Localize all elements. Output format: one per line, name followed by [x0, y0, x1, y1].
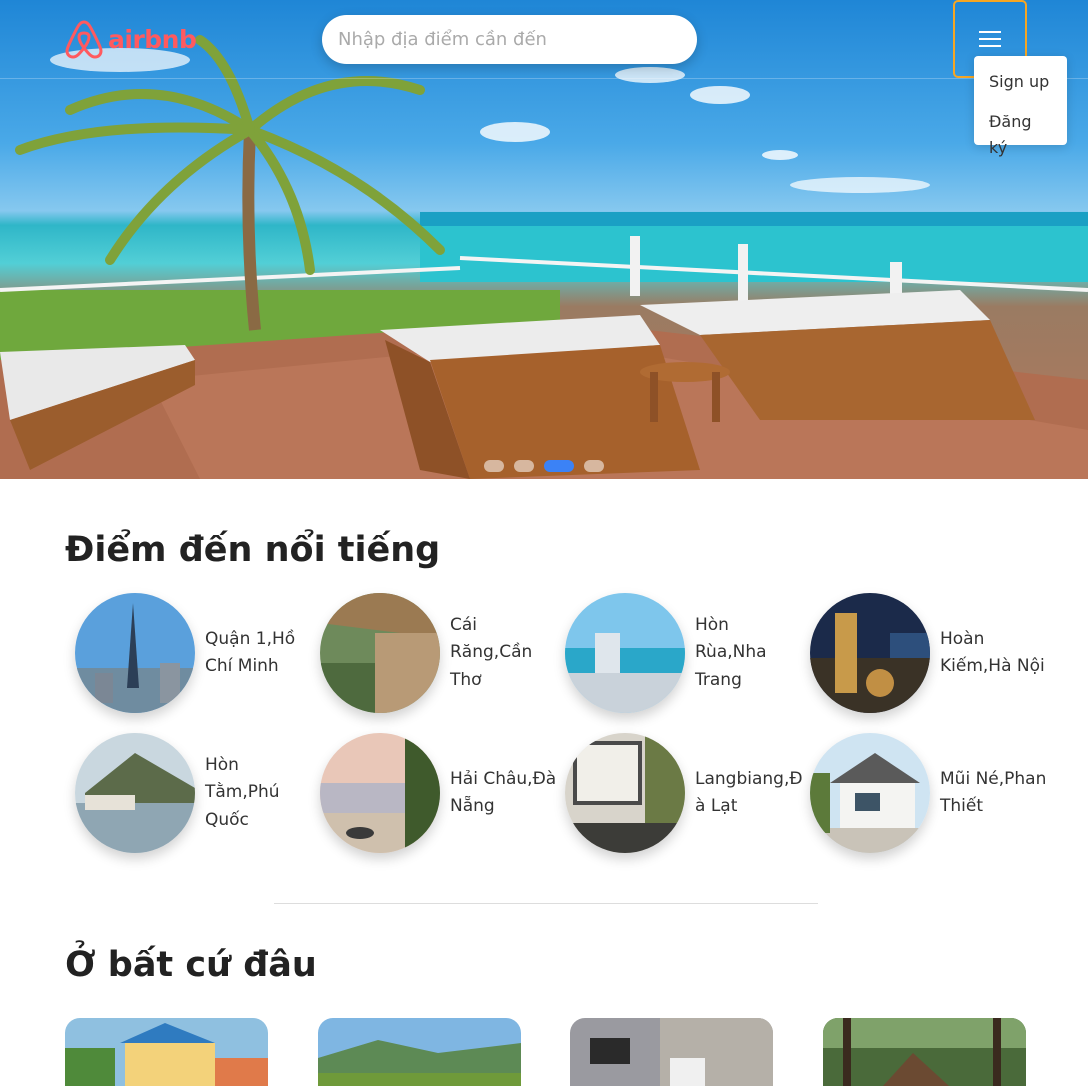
stay-card[interactable]: [570, 1018, 773, 1086]
destination-item[interactable]: Hoàn Kiếm,Hà Nội: [810, 592, 1050, 714]
menu-dropdown: Sign up Đăng ký: [974, 56, 1067, 157]
logo-text: airbnb: [108, 24, 197, 54]
logo[interactable]: airbnb: [64, 18, 197, 60]
destination-name: Hải Châu,Đà Nẵng: [450, 768, 557, 817]
destination-image: [810, 733, 930, 853]
navbar: airbnb Sign up Đăng ký: [0, 0, 1088, 157]
carousel-dot-active[interactable]: [544, 460, 574, 472]
destination-name: Hoàn Kiếm,Hà Nội: [940, 628, 1045, 677]
destination-name: Hòn Rùa,Nha Trang: [695, 614, 767, 690]
destination-name: Langbiang,Đà Lạt: [695, 768, 803, 817]
popular-section-title: Điểm đến nổi tiếng: [65, 530, 441, 570]
menu-item-dang-ky[interactable]: Đăng ký: [974, 109, 1067, 157]
stay-card-image: [65, 1018, 268, 1086]
destination-image: [565, 733, 685, 853]
destination-image: [320, 593, 440, 713]
destination-image: [75, 593, 195, 713]
menu-item-sign-up[interactable]: Sign up: [974, 69, 1067, 109]
destination-item[interactable]: Quận 1,Hồ Chí Minh: [75, 592, 315, 714]
anywhere-section-title: Ở bất cứ đâu: [65, 945, 317, 985]
destination-name: Mũi Né,Phan Thiết: [940, 768, 1047, 817]
search-input[interactable]: [322, 15, 697, 64]
stay-card-image: [570, 1018, 773, 1086]
destination-item[interactable]: Hòn Tằm,Phú Quốc: [75, 732, 315, 854]
destination-name: Hòn Tằm,Phú Quốc: [205, 754, 280, 830]
section-divider: [274, 903, 818, 904]
stay-card[interactable]: [823, 1018, 1026, 1086]
carousel-dot[interactable]: [514, 460, 534, 472]
destination-item[interactable]: Hải Châu,Đà Nẵng: [320, 732, 560, 854]
carousel-dot[interactable]: [484, 460, 504, 472]
destination-item[interactable]: Hòn Rùa,Nha Trang: [565, 592, 805, 714]
airbnb-logo-icon: [65, 20, 103, 59]
carousel-indicators: [484, 460, 604, 472]
destination-name: Cái Răng,Cần Thơ: [450, 614, 533, 690]
carousel-dot[interactable]: [584, 460, 604, 472]
hamburger-icon: [979, 31, 1001, 47]
destination-image: [320, 733, 440, 853]
hero-banner: airbnb Sign up Đăng ký: [0, 0, 1088, 479]
stay-card[interactable]: [318, 1018, 521, 1086]
destination-item[interactable]: Cái Răng,Cần Thơ: [320, 592, 560, 714]
stay-card[interactable]: [65, 1018, 268, 1086]
stay-card-image: [823, 1018, 1026, 1086]
destination-item[interactable]: Langbiang,Đà Lạt: [565, 732, 805, 854]
destination-name: Quận 1,Hồ Chí Minh: [205, 628, 296, 677]
destination-image: [810, 593, 930, 713]
destination-image: [75, 733, 195, 853]
stay-card-image: [318, 1018, 521, 1086]
destination-image: [565, 593, 685, 713]
destination-item[interactable]: Mũi Né,Phan Thiết: [810, 732, 1050, 854]
